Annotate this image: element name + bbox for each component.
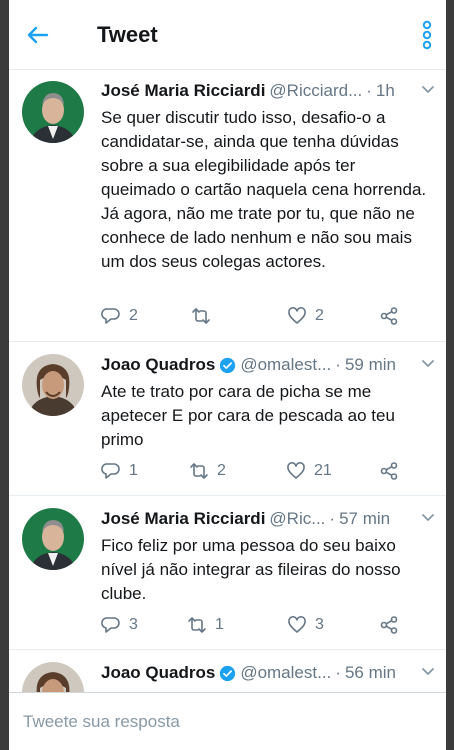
tweet-author-name[interactable]: Joao Quadros xyxy=(101,663,215,683)
tweet-timestamp: 56 min xyxy=(344,663,396,682)
tweet-item[interactable]: Joao Quadros @omalest... · 59 min Ate te… xyxy=(9,342,446,496)
tweet-thread[interactable]: José Maria Ricciardi @Ricciard... · 1h S… xyxy=(9,70,446,692)
screen-edge-left xyxy=(0,0,9,750)
retweet-button[interactable]: 1 xyxy=(187,613,224,637)
verified-icon xyxy=(220,665,236,681)
separator-dot: · xyxy=(335,355,341,374)
tweet-timestamp: 1h xyxy=(375,81,395,100)
tweet-timestamp: 57 min xyxy=(339,509,391,528)
share-button[interactable] xyxy=(379,459,399,483)
retweet-icon xyxy=(192,308,210,324)
tweet-item[interactable]: José Maria Ricciardi @Ric... · 57 min Fi… xyxy=(9,496,446,650)
tweet-author-handle: @Ric... xyxy=(269,509,326,528)
chevron-down-icon[interactable] xyxy=(420,663,436,679)
reply-input[interactable]: Tweete sua resposta xyxy=(23,712,180,732)
tweet-author-name[interactable]: José Maria Ricciardi xyxy=(101,509,265,529)
tweet-text: Se quer discutir tudo isso, desafio-o a … xyxy=(101,108,427,271)
like-button[interactable]: 2 xyxy=(287,304,324,328)
avatar[interactable] xyxy=(22,508,84,570)
reply-icon xyxy=(101,617,120,633)
tweet-author-handle: @omalest... xyxy=(240,663,332,682)
like-icon xyxy=(288,307,306,324)
tweet-timestamp: 59 min xyxy=(344,355,396,374)
chevron-down-icon[interactable] xyxy=(420,81,436,97)
retweet-icon xyxy=(188,617,206,633)
reply-button[interactable]: 1 xyxy=(101,459,138,483)
retweet-button[interactable]: 2 xyxy=(189,459,226,483)
tweet-author-handle: @omalest... xyxy=(240,355,332,374)
separator-dot: · xyxy=(335,663,341,682)
avatar[interactable] xyxy=(22,81,84,143)
reply-composer[interactable]: Tweete sua resposta xyxy=(9,692,446,750)
retweet-count: 2 xyxy=(217,462,226,479)
reply-button[interactable]: 2 xyxy=(101,304,138,328)
verified-icon xyxy=(220,357,236,373)
tweet-item[interactable]: José Maria Ricciardi @Ricciard... · 1h S… xyxy=(9,70,446,342)
share-icon xyxy=(380,462,398,480)
more-vertical-icon xyxy=(422,20,432,50)
page-title: Tweet xyxy=(97,21,158,47)
retweet-icon xyxy=(190,463,208,479)
back-arrow-icon xyxy=(27,26,49,43)
screen-edge-right xyxy=(446,0,454,750)
like-button[interactable]: 3 xyxy=(287,613,324,637)
separator-dot: · xyxy=(366,81,372,100)
tweet-text: Ate te trato por cara de picha se me ape… xyxy=(101,382,395,449)
separator-dot: · xyxy=(329,509,336,528)
reply-icon xyxy=(101,308,120,324)
more-options-button[interactable] xyxy=(420,20,434,50)
like-count: 3 xyxy=(315,616,324,633)
tweet-author-handle: @Ricciard... xyxy=(269,81,363,100)
reply-count: 3 xyxy=(129,616,138,633)
reply-button[interactable]: 3 xyxy=(101,613,138,637)
tweet-item[interactable]: Joao Quadros @omalest... · 56 min xyxy=(9,650,446,692)
chevron-down-icon[interactable] xyxy=(420,509,436,525)
tweet-text: Fico feliz por uma pessoa do seu baixo n… xyxy=(101,536,401,603)
like-count: 2 xyxy=(315,307,324,324)
app-header: Tweet xyxy=(9,0,446,70)
retweet-count: 1 xyxy=(215,616,224,633)
avatar[interactable] xyxy=(22,354,84,416)
like-icon xyxy=(288,616,306,633)
share-button[interactable] xyxy=(379,613,399,637)
share-icon xyxy=(380,307,398,325)
reply-icon xyxy=(101,463,120,479)
reply-count: 2 xyxy=(129,307,138,324)
retweet-button[interactable] xyxy=(191,304,219,328)
share-button[interactable] xyxy=(379,304,399,328)
like-button[interactable]: 21 xyxy=(286,459,332,483)
tweet-author-name[interactable]: José Maria Ricciardi xyxy=(101,81,265,101)
reply-count: 1 xyxy=(129,462,138,479)
back-button[interactable] xyxy=(9,0,67,70)
like-count: 21 xyxy=(314,462,332,479)
like-icon xyxy=(287,462,305,479)
tweet-author-name[interactable]: Joao Quadros xyxy=(101,355,215,375)
chevron-down-icon[interactable] xyxy=(420,355,436,371)
share-icon xyxy=(380,616,398,634)
avatar[interactable] xyxy=(22,662,84,692)
